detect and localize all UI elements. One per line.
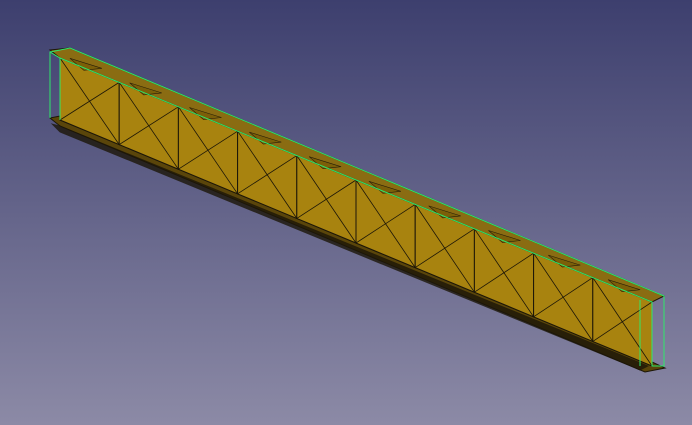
3d-viewport[interactable] bbox=[0, 0, 692, 425]
beam-model-canvas[interactable] bbox=[0, 0, 692, 425]
